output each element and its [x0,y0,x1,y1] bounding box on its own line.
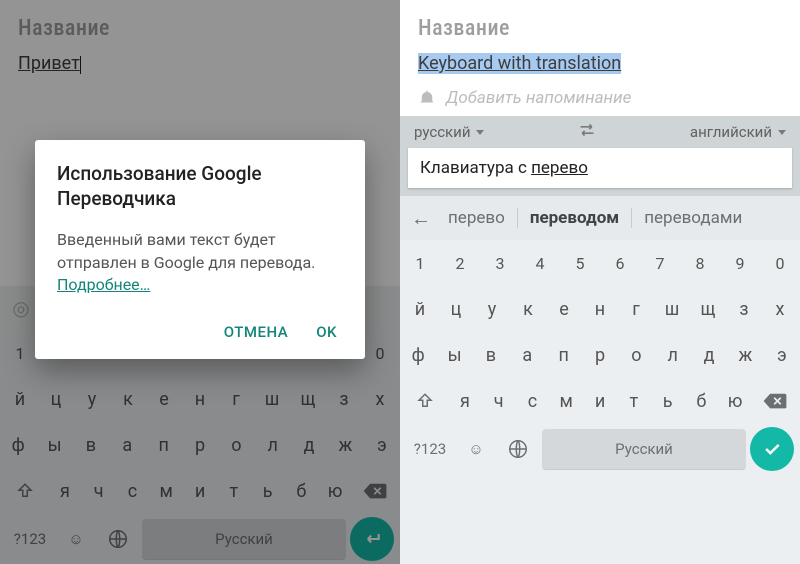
target-language-button[interactable]: английский [690,123,786,141]
key-з[interactable]: з [726,291,762,328]
dialog-actions: ОТМЕНА OK [57,317,343,347]
key-3[interactable]: 3 [480,246,520,281]
key-п[interactable]: п [545,337,581,374]
reminder-icon [418,89,436,107]
suggestion-3[interactable]: переводами [632,208,754,228]
key-0[interactable]: 0 [760,246,800,281]
suggestion-back-button[interactable]: ← [406,206,436,231]
key-ж[interactable]: ж [727,337,763,374]
key-6[interactable]: 6 [600,246,640,281]
key-б[interactable]: б [684,383,718,420]
translate-input[interactable]: Клавиатура с перево [408,148,792,188]
key-г[interactable]: г [618,291,654,328]
enter-key[interactable] [750,427,794,471]
learn-more-link[interactable]: Подробнее… [57,275,150,294]
key-к[interactable]: к [510,291,546,328]
key-в[interactable]: в [473,337,509,374]
key-р[interactable]: р [582,337,618,374]
key-1[interactable]: 1 [400,246,440,281]
language-key[interactable] [498,429,538,469]
key-м[interactable]: м [549,383,583,420]
key-щ[interactable]: щ [690,291,726,328]
key-ч[interactable]: ч [482,383,516,420]
key-о[interactable]: о [618,337,654,374]
key-а[interactable]: а [509,337,545,374]
key-й[interactable]: й [402,291,438,328]
key-с[interactable]: с [516,383,550,420]
source-language-label: русский [414,123,470,141]
add-reminder[interactable]: Добавить напоминание [400,84,800,116]
modal-overlay: Использование Google Переводчика Введенн… [0,0,400,564]
key-8[interactable]: 8 [680,246,720,281]
ok-button[interactable]: OK [316,323,337,341]
keyboard-bottom-row: ?123 ☺ Русский [400,424,800,474]
cancel-button[interactable]: ОТМЕНА [224,323,288,341]
key-у[interactable]: у [474,291,510,328]
key-ц[interactable]: ц [438,291,474,328]
keyboard-row-numbers: 1234567890 [400,240,800,286]
key-2[interactable]: 2 [440,246,480,281]
dialog-body-text: Введенный вами текст будет отправлен в G… [57,230,315,271]
dropdown-icon [778,130,786,135]
key-л[interactable]: л [655,337,691,374]
translate-language-bar: русский английский [400,116,800,148]
key-9[interactable]: 9 [720,246,760,281]
dialog-title: Использование Google Переводчика [57,162,343,211]
translate-input-composing: перево [531,158,588,178]
key-7[interactable]: 7 [640,246,680,281]
key-ш[interactable]: ш [654,291,690,328]
translate-input-text: Клавиатура с [420,158,531,178]
screenshot-right: Название Keyboard with translation Добав… [400,0,800,564]
key-ь[interactable]: ь [651,383,685,420]
key-4[interactable]: 4 [520,246,560,281]
key-т[interactable]: т [617,383,651,420]
target-language-label: английский [690,123,772,141]
key-я[interactable]: я [448,383,482,420]
emoji-key[interactable]: ☺ [458,429,494,469]
keyboard-row-2: йцукенгшщзх [400,286,800,332]
key-ф[interactable]: ф [400,337,436,374]
suggestion-1[interactable]: перево [436,208,518,228]
keyboard: 1234567890 йцукенгшщзх фывапролджэ ячсми… [400,240,800,564]
spacebar[interactable]: Русский [542,429,746,469]
key-ю[interactable]: ю [718,383,752,420]
keyboard-row-4: ячсмитьбю [400,378,800,424]
note-body-text[interactable]: Keyboard with translation [418,53,621,74]
key-ы[interactable]: ы [436,337,472,374]
symbols-key[interactable]: ?123 [406,429,454,469]
key-и[interactable]: и [583,383,617,420]
keyboard-row-3: фывапролджэ [400,332,800,378]
note-title-field[interactable]: Название [418,16,782,41]
suggestion-2[interactable]: переводом [518,208,632,228]
translate-consent-dialog: Использование Google Переводчика Введенн… [35,140,365,359]
key-5[interactable]: 5 [560,246,600,281]
key-н[interactable]: н [582,291,618,328]
swap-languages-button[interactable] [577,122,597,142]
backspace-key[interactable] [752,383,798,419]
key-д[interactable]: д [691,337,727,374]
note-area[interactable]: Название Keyboard with translation [400,0,800,84]
key-х[interactable]: х [762,291,798,328]
screenshot-left: Название Привет ◎ 1234567890 йцукенгшщзх… [0,0,400,564]
dropdown-icon [476,130,484,135]
suggestion-bar: ← перево переводом переводами [400,196,800,240]
reminder-label: Добавить напоминание [446,88,631,108]
key-е[interactable]: е [546,291,582,328]
key-э[interactable]: э [764,337,800,374]
source-language-button[interactable]: русский [414,123,484,141]
shift-key[interactable] [402,384,448,418]
dialog-body: Введенный вами текст будет отправлен в G… [57,229,343,296]
